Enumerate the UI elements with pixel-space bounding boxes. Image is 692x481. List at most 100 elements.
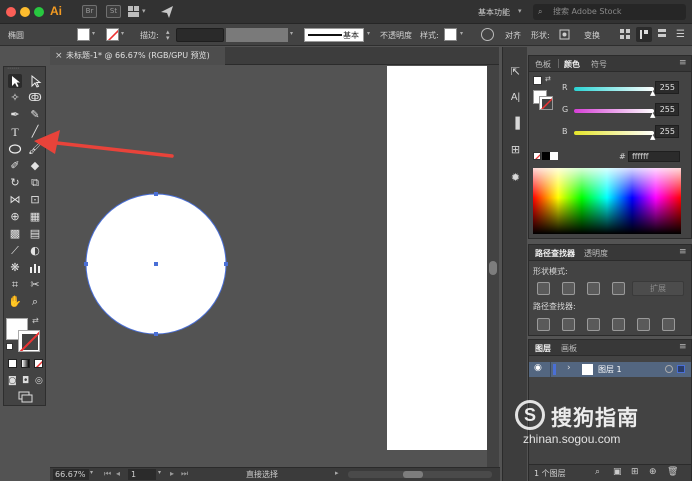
variable-width-profile[interactable] (226, 28, 288, 42)
intersect-button[interactable] (587, 282, 600, 295)
tab-layers[interactable]: 图层 (535, 343, 551, 354)
artboard[interactable] (387, 66, 488, 450)
scale-tool-icon[interactable]: ⧉ (28, 176, 42, 190)
transform-label[interactable]: 变换 (584, 30, 600, 41)
red-value-field[interactable]: 255 (655, 81, 679, 94)
isolate-icon[interactable] (619, 28, 631, 41)
draw-behind-icon[interactable]: ◘ (22, 376, 29, 386)
color-spectrum[interactable] (533, 168, 681, 234)
selection-tool-icon[interactable] (8, 74, 22, 88)
expand-layer-icon[interactable]: › (567, 363, 571, 373)
next-artboard-icon[interactable]: ▸ (170, 469, 174, 478)
last-artboard-icon[interactable]: ⏭ (181, 469, 188, 479)
status-arrow-icon[interactable]: ▸ (335, 469, 339, 477)
tab-symbols[interactable]: 符号 (591, 59, 607, 70)
artboard-number-field[interactable]: 1 (128, 469, 156, 480)
width-tool-icon[interactable]: ⋈ (8, 193, 22, 207)
outline-button[interactable] (637, 318, 650, 331)
swap-fill-stroke-icon[interactable]: ⇄ (32, 316, 39, 325)
green-slider[interactable] (574, 109, 654, 113)
exclude-button[interactable] (612, 282, 625, 295)
target-icon[interactable] (665, 365, 673, 373)
magic-wand-tool-icon[interactable]: ✧ (8, 91, 22, 105)
perspective-grid-tool-icon[interactable]: ▩ (8, 227, 22, 241)
draw-normal-icon[interactable]: ◙ (8, 376, 17, 386)
opacity-label[interactable]: 不透明度 (380, 30, 412, 41)
bridge-button[interactable]: Br (82, 5, 97, 18)
shape-builder-tool-icon[interactable]: ⊕ (8, 210, 22, 224)
merge-button[interactable] (587, 318, 600, 331)
zoom-tool-icon[interactable]: ⌕ (28, 295, 42, 309)
select-similar-icon[interactable] (636, 27, 652, 42)
layer-row[interactable]: ◉ › 图层 1 (529, 362, 691, 377)
clipping-mask-icon[interactable]: ▣ (613, 467, 622, 477)
locate-object-icon[interactable]: ⌕ (595, 467, 600, 477)
slice-tool-icon[interactable]: ✂ (28, 278, 42, 292)
eyedropper-tool-icon[interactable]: ⟋ (8, 244, 22, 258)
distribute-icon[interactable] (656, 28, 668, 41)
send-icon[interactable] (160, 5, 174, 19)
lasso-tool-icon[interactable]: ↂ (28, 91, 42, 105)
previous-artboard-icon[interactable]: ◂ (116, 469, 120, 478)
panel-menu-icon[interactable]: ☰ (676, 28, 688, 41)
layer-name[interactable]: 图层 1 (598, 364, 622, 375)
workspace-switcher[interactable]: 基本功能 (478, 7, 510, 18)
ellipse-object[interactable] (80, 188, 234, 340)
crop-button[interactable] (612, 318, 625, 331)
red-slider[interactable] (574, 87, 654, 91)
close-window-button[interactable] (6, 7, 16, 17)
graphic-style-swatch[interactable] (444, 28, 457, 41)
blue-value-field[interactable]: 255 (655, 125, 679, 138)
hand-tool-icon[interactable]: ✋ (8, 295, 22, 309)
white-swatch[interactable] (550, 152, 558, 160)
artboard-tool-icon[interactable]: ⌗ (8, 278, 22, 292)
panel-menu-icon[interactable]: ≡ (679, 247, 687, 257)
delete-layer-icon[interactable]: 🗑 (667, 467, 678, 477)
blend-tool-icon[interactable]: ◐ (28, 244, 42, 258)
transform-panel-icon[interactable]: ⊞ (508, 142, 523, 157)
trim-button[interactable] (562, 318, 575, 331)
zoom-field[interactable]: 66.67% (53, 469, 89, 480)
minus-front-button[interactable] (562, 282, 575, 295)
curvature-tool-icon[interactable]: ✎ (28, 108, 42, 122)
stroke-weight-stepper[interactable]: ▴ ▾ (166, 29, 170, 42)
export-icon[interactable]: ⇱ (508, 64, 523, 79)
adobe-stock-search[interactable]: ⌕ 搜索 Adobe Stock (533, 4, 686, 20)
selection-indicator[interactable] (677, 365, 685, 373)
close-tab-icon[interactable]: × (55, 47, 63, 65)
shape-label[interactable]: 形状: (531, 30, 550, 41)
minimize-window-button[interactable] (20, 7, 30, 17)
recolor-artwork-icon[interactable] (481, 28, 494, 41)
appearance-icon[interactable]: ✹ (508, 170, 523, 185)
pen-tool-icon[interactable]: ✒ (8, 108, 22, 122)
tab-pathfinder[interactable]: 路径查找器 (535, 248, 575, 259)
fill-swatch[interactable] (77, 28, 90, 41)
column-graph-tool-icon[interactable] (28, 261, 42, 275)
swap-icon[interactable]: ⇄ (545, 75, 551, 83)
first-artboard-icon[interactable]: ⏮ (104, 469, 111, 479)
none-mode-icon[interactable] (34, 359, 43, 368)
default-colors-icon[interactable] (6, 343, 13, 350)
panel-menu-icon[interactable]: ≡ (679, 58, 687, 68)
tab-artboards[interactable]: 画板 (561, 343, 577, 354)
document-tab[interactable]: × 未标题-1* @ 66.67% (RGB/GPU 预览) (50, 47, 225, 65)
blue-slider[interactable] (574, 131, 654, 135)
current-tool-status[interactable]: 直接选择 (246, 469, 278, 480)
gradient-tool-icon[interactable]: ▤ (28, 227, 42, 241)
color-panel-default-icon[interactable] (533, 76, 542, 85)
new-layer-icon[interactable]: ⊕ (649, 467, 657, 477)
panel-menu-icon[interactable]: ≡ (679, 342, 687, 352)
hex-value-field[interactable]: ffffff (628, 151, 680, 162)
expand-button[interactable]: 扩展 (632, 281, 684, 296)
zoom-window-button[interactable] (34, 7, 44, 17)
scroll-thumb[interactable] (489, 261, 497, 275)
free-transform-tool-icon[interactable]: ⊡ (28, 193, 42, 207)
tab-swatches[interactable]: 色板 (535, 59, 551, 70)
stroke-swatch[interactable] (106, 28, 119, 41)
visibility-eye-icon[interactable]: ◉ (534, 363, 542, 373)
stroke-weight-field[interactable] (176, 28, 224, 42)
new-sublayer-icon[interactable]: ⊞ (631, 467, 639, 477)
live-paint-tool-icon[interactable]: ▦ (28, 210, 42, 224)
brush-definition[interactable]: 基本 (304, 28, 364, 42)
align-panel-icon[interactable]: ▐ (508, 116, 523, 131)
